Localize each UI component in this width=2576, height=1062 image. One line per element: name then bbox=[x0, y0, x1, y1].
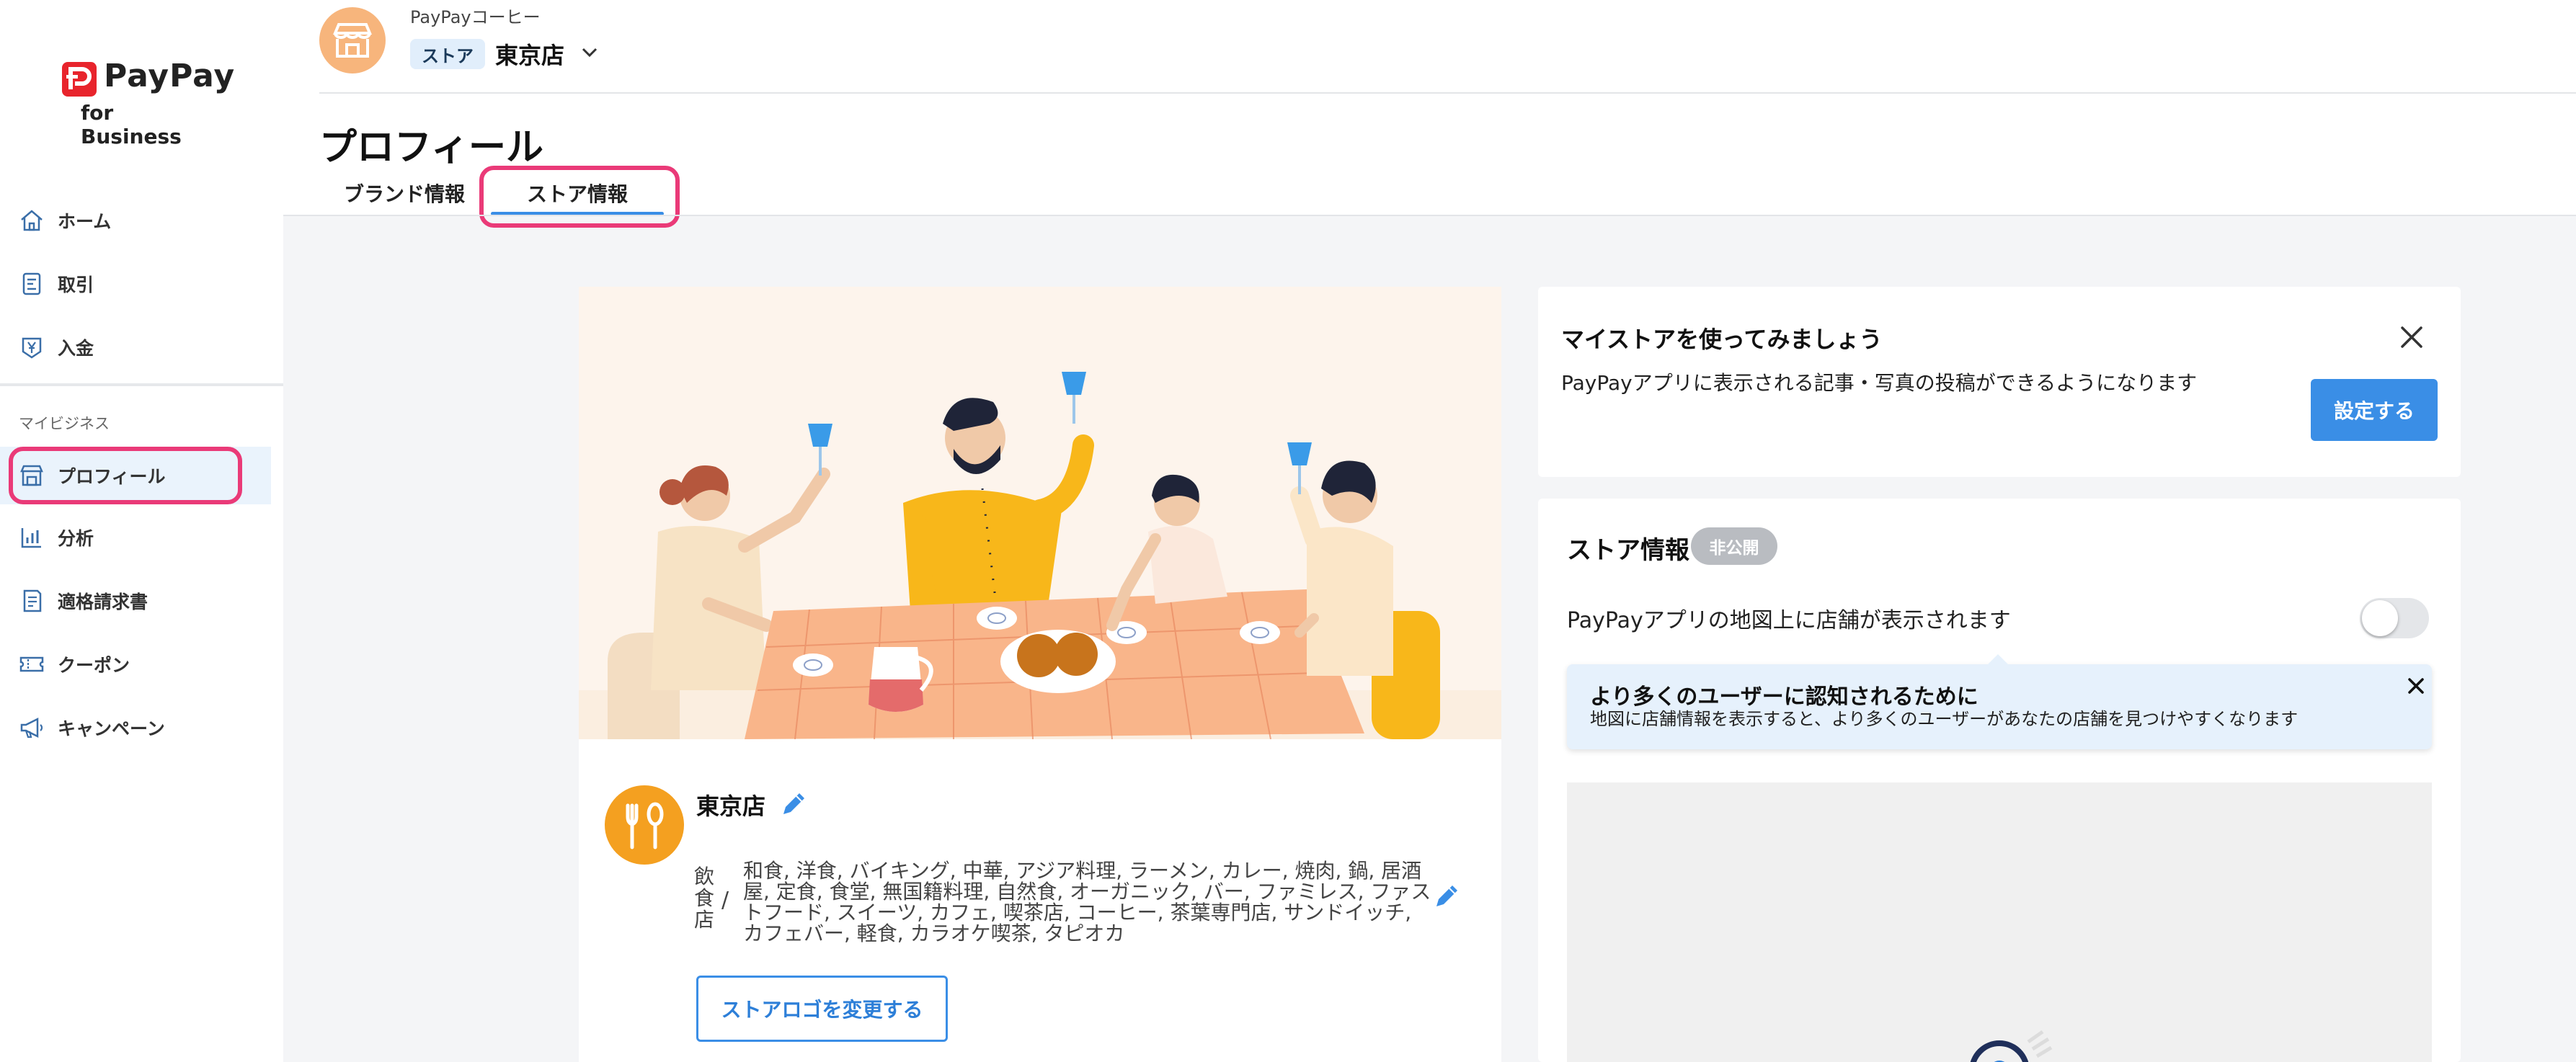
sidebar-section-label: マイビジネス bbox=[19, 415, 110, 432]
close-icon[interactable] bbox=[2404, 674, 2428, 697]
megaphone-icon bbox=[20, 717, 43, 739]
sidebar-item-label: 入金 bbox=[58, 338, 94, 359]
storefront-icon bbox=[333, 23, 372, 58]
sidebar-item-label: 適格請求書 bbox=[58, 592, 148, 612]
pencil-icon[interactable] bbox=[1431, 880, 1462, 912]
sidebar-item-label: 分析 bbox=[58, 528, 94, 549]
home-icon bbox=[21, 210, 43, 231]
store-info-tab-highlight bbox=[479, 166, 680, 228]
bar-chart-icon bbox=[21, 528, 41, 548]
paypay-logo[interactable]: PayPay for Business bbox=[61, 58, 234, 148]
invoice-icon bbox=[23, 589, 42, 612]
sidebar-item-label: 取引 bbox=[58, 275, 94, 295]
sidebar-item-label: クーポン bbox=[58, 655, 130, 676]
toggle-knob bbox=[2362, 600, 2398, 636]
store-info-card: ストア情報 非公開 PayPayアプリの地図上に店舗が表示されます より多くのユ… bbox=[1538, 499, 2461, 1062]
yen-deposit-icon bbox=[22, 337, 42, 359]
status-badge: 非公開 bbox=[1691, 527, 1777, 565]
sidebar-item-coupon[interactable]: クーポン bbox=[0, 635, 271, 693]
page-header: PayPayコーヒー ストア 東京店 プロフィール ブランド情報 ストア情報 bbox=[283, 0, 2576, 228]
logo-subtitle: for Business bbox=[81, 101, 182, 148]
coupon-icon bbox=[19, 656, 44, 672]
map-preview bbox=[1567, 782, 2432, 1062]
store-info-title: ストア情報 bbox=[1567, 536, 1689, 565]
sidebar-item-campaign[interactable]: キャンペーン bbox=[0, 699, 271, 757]
brand-name: PayPayコーヒー bbox=[410, 7, 541, 27]
store-category-logo bbox=[605, 785, 684, 865]
fork-spoon-icon bbox=[626, 802, 664, 849]
sidebar-item-label: キャンペーン bbox=[58, 718, 165, 739]
sidebar-item-transactions[interactable]: 取引 bbox=[0, 255, 271, 313]
sidebar-item-deposit[interactable]: 入金 bbox=[0, 318, 271, 376]
tab-brand-info[interactable]: ブランド情報 bbox=[344, 179, 465, 208]
store-cover-image[interactable] bbox=[579, 287, 1501, 739]
promo-description: PayPayアプリに表示される記事・写真の投稿ができるようになります bbox=[1561, 371, 2198, 395]
category-separator: / bbox=[721, 888, 729, 913]
pencil-icon[interactable] bbox=[778, 788, 809, 820]
promo-title: マイストアを使ってみましょう bbox=[1561, 326, 1883, 353]
sub-categories: 和食, 洋食, バイキング, 中華, アジア料理, ラーメン, カレー, 焼肉,… bbox=[743, 859, 1431, 945]
page-title: プロフィール bbox=[319, 126, 543, 169]
logo-text: PayPay bbox=[104, 58, 236, 94]
store-profile-card: 東京店 飲食店 / 和食, 洋食, バイキング, 中華, アジア料理, ラーメン… bbox=[579, 287, 1501, 1062]
sidebar: PayPay for Business ホーム 取引 入金 マイビジネス プロフ… bbox=[0, 0, 283, 1062]
store-name: 東京店 bbox=[696, 793, 766, 820]
map-display-toggle[interactable] bbox=[2360, 598, 2429, 638]
store-selector-name[interactable]: 東京店 bbox=[495, 37, 564, 71]
receipt-icon bbox=[22, 272, 41, 295]
close-icon[interactable] bbox=[2396, 321, 2428, 353]
store-type-badge: ストア bbox=[410, 39, 485, 69]
header-divider bbox=[319, 92, 2576, 94]
store-avatar bbox=[319, 7, 386, 73]
tabs-divider bbox=[283, 215, 2576, 216]
map-pin-icon bbox=[1970, 1030, 2053, 1062]
sidebar-divider bbox=[0, 383, 283, 386]
profile-highlight bbox=[9, 447, 242, 504]
tooltip-arrow bbox=[1988, 654, 2008, 664]
my-store-promo-card: マイストアを使ってみましょう PayPayアプリに表示される記事・写真の投稿がで… bbox=[1538, 287, 2461, 477]
map-tooltip: より多くのユーザーに認知されるために 地図に店舗情報を表示すると、より多くのユー… bbox=[1567, 654, 2432, 749]
main-category: 飲食店 bbox=[694, 865, 715, 932]
sidebar-item-invoice[interactable]: 適格請求書 bbox=[0, 572, 271, 630]
sidebar-item-analytics[interactable]: 分析 bbox=[0, 509, 271, 566]
paypay-logo-icon bbox=[62, 62, 97, 97]
chevron-down-icon[interactable] bbox=[577, 40, 602, 65]
sidebar-item-label: ホーム bbox=[58, 211, 112, 232]
change-store-logo-button[interactable]: ストアロゴを変更する bbox=[696, 976, 948, 1042]
map-display-label: PayPayアプリの地図上に店舗が表示されます bbox=[1567, 608, 2011, 633]
setup-button[interactable]: 設定する bbox=[2311, 379, 2438, 441]
tooltip-description: 地図に店舗情報を表示すると、より多くのユーザーがあなたの店舗を見つけやすくなりま… bbox=[1590, 709, 2299, 729]
dining-illustration bbox=[579, 287, 1501, 739]
sidebar-item-home[interactable]: ホーム bbox=[0, 192, 271, 249]
